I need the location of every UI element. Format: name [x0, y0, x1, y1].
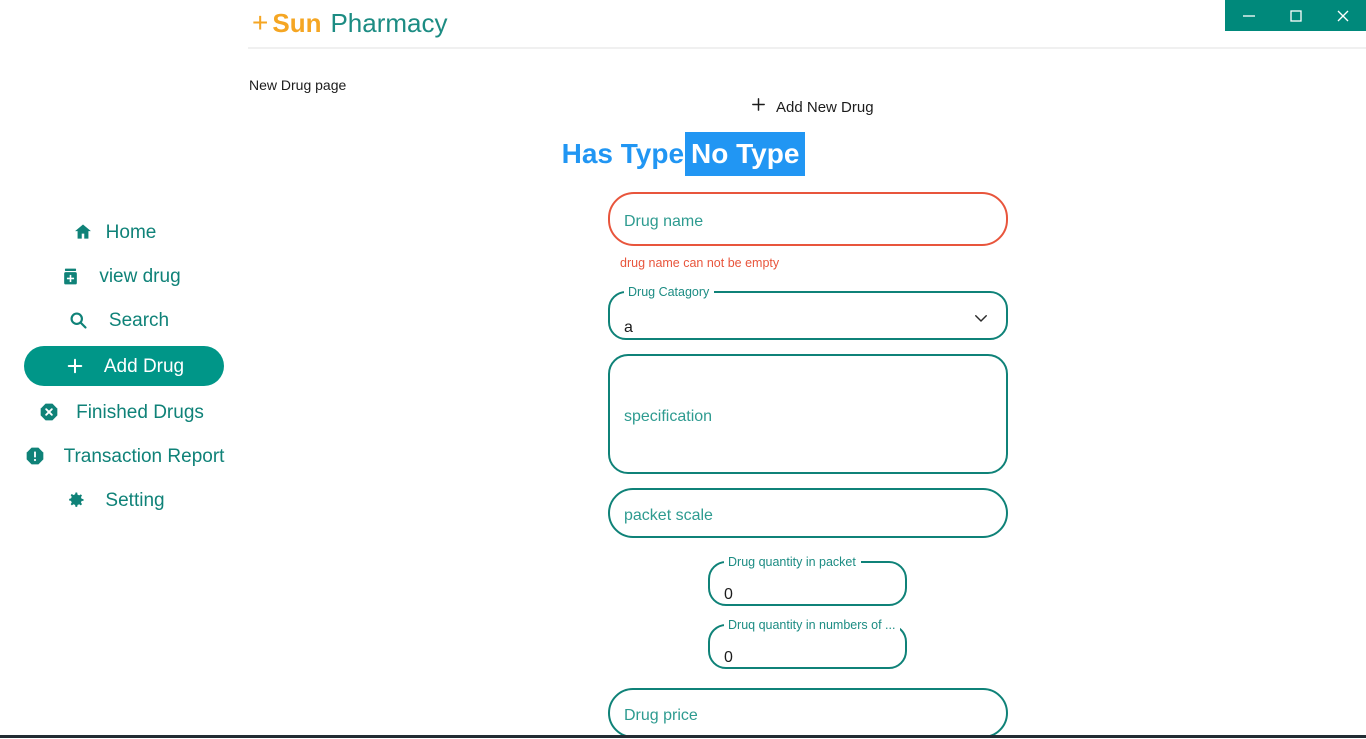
- brand-plus-icon: +: [252, 7, 269, 38]
- search-icon: [67, 309, 89, 331]
- sidebar-item-label: Setting: [105, 489, 165, 511]
- drug-category-select[interactable]: Drug Catagory a: [608, 286, 1008, 340]
- add-new-drug-label: Add New Drug: [776, 98, 874, 116]
- window-titlebar: [1225, 0, 1366, 31]
- page-title: New Drug page: [249, 77, 347, 93]
- alert-octagon-icon: [24, 445, 46, 467]
- sidebar-item-view-drug[interactable]: view drug: [0, 254, 248, 298]
- brand-name-bold: Sun: [272, 8, 322, 38]
- drug-price-placeholder: Drug price: [624, 707, 698, 724]
- x-octagon-icon: [38, 401, 60, 423]
- quantity-in-numbers-input[interactable]: Druq quantity in numbers of ... 0: [708, 619, 907, 669]
- drug-category-value: a: [624, 318, 633, 336]
- quantity-in-packet-input[interactable]: Drug quantity in packet 0: [708, 556, 907, 606]
- maximize-icon: [1289, 9, 1303, 23]
- drug-name-placeholder: Drug name: [624, 213, 704, 230]
- specification-textarea[interactable]: specification: [608, 354, 1008, 474]
- packet-scale-placeholder: packet scale: [624, 507, 713, 524]
- type-option-has-type[interactable]: Has Type: [561, 132, 685, 176]
- close-button[interactable]: [1319, 0, 1366, 31]
- sidebar-item-label: view drug: [99, 265, 181, 287]
- type-option-no-type[interactable]: No Type: [685, 132, 806, 176]
- brand-name-rest: Pharmacy: [330, 8, 448, 38]
- sidebar-item-transaction-report[interactable]: Transaction Report: [0, 434, 248, 478]
- drug-name-input[interactable]: Drug name: [608, 192, 1008, 246]
- sidebar-item-add-drug[interactable]: Add Drug: [24, 346, 224, 386]
- drug-name-error: drug name can not be empty: [620, 256, 780, 270]
- minimize-button[interactable]: [1225, 0, 1272, 31]
- home-icon: [72, 221, 94, 243]
- plus-icon: [64, 355, 86, 377]
- sidebar: Home view drug Search Add Drug Finished …: [0, 210, 248, 522]
- app-brand: + Sun Pharmacy: [252, 8, 448, 39]
- quantity-in-numbers-value: 0: [724, 648, 733, 666]
- maximize-button[interactable]: [1272, 0, 1319, 31]
- sidebar-item-home[interactable]: Home: [0, 210, 248, 254]
- header-divider: [248, 47, 1366, 49]
- sidebar-item-setting[interactable]: Setting: [0, 478, 248, 522]
- drug-category-legend: Drug Catagory: [628, 285, 710, 299]
- pill-bottle-icon: [59, 265, 81, 287]
- packet-scale-input[interactable]: packet scale: [608, 488, 1008, 538]
- sidebar-item-search[interactable]: Search: [0, 298, 248, 342]
- specification-placeholder: specification: [624, 408, 713, 425]
- sidebar-item-finished-drugs[interactable]: Finished Drugs: [0, 390, 248, 434]
- sidebar-item-label: Add Drug: [103, 355, 185, 377]
- drug-price-input[interactable]: Drug price: [608, 688, 1008, 738]
- minimize-icon: [1242, 9, 1256, 23]
- add-new-drug-button[interactable]: Add New Drug: [750, 96, 874, 118]
- plus-icon: [750, 95, 767, 117]
- close-icon: [1336, 9, 1350, 23]
- sidebar-item-label: Transaction Report: [63, 445, 225, 467]
- bottom-scrollbar[interactable]: [0, 735, 1366, 738]
- drug-type-toggle: Has Type No Type: [0, 132, 1366, 176]
- quantity-in-packet-value: 0: [724, 585, 733, 603]
- chevron-down-icon[interactable]: [972, 309, 990, 327]
- app-window: + Sun Pharmacy Home view drug Search Add…: [0, 0, 1366, 739]
- quantity-in-numbers-legend: Druq quantity in numbers of ...: [728, 618, 896, 632]
- quantity-in-packet-legend: Drug quantity in packet: [728, 555, 856, 569]
- sidebar-item-label: Home: [105, 221, 157, 243]
- sidebar-item-label: Finished Drugs: [76, 401, 204, 423]
- sidebar-item-label: Search: [108, 309, 170, 331]
- gear-icon: [65, 489, 87, 511]
